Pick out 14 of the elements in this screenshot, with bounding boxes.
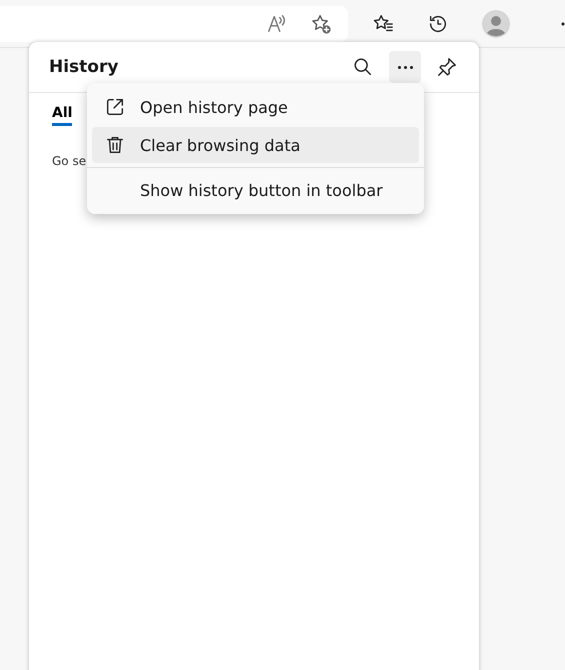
favorite-add-icon <box>310 12 332 34</box>
trash-icon <box>104 134 126 156</box>
menu-item[interactable]: Open history page <box>92 89 419 125</box>
more-button[interactable] <box>389 51 421 83</box>
filter-tab[interactable]: All <box>52 105 72 126</box>
profile-avatar[interactable] <box>482 10 510 38</box>
menu-item[interactable]: Clear browsing data <box>92 127 419 163</box>
pin-icon <box>436 56 458 78</box>
search-icon <box>352 56 374 78</box>
panel-title: History <box>49 57 120 77</box>
read-aloud-icon <box>266 12 288 34</box>
menu-item[interactable]: Show history button in toolbar <box>92 172 419 208</box>
empty-message: Go se <box>52 154 86 168</box>
open-external-icon <box>104 96 126 118</box>
